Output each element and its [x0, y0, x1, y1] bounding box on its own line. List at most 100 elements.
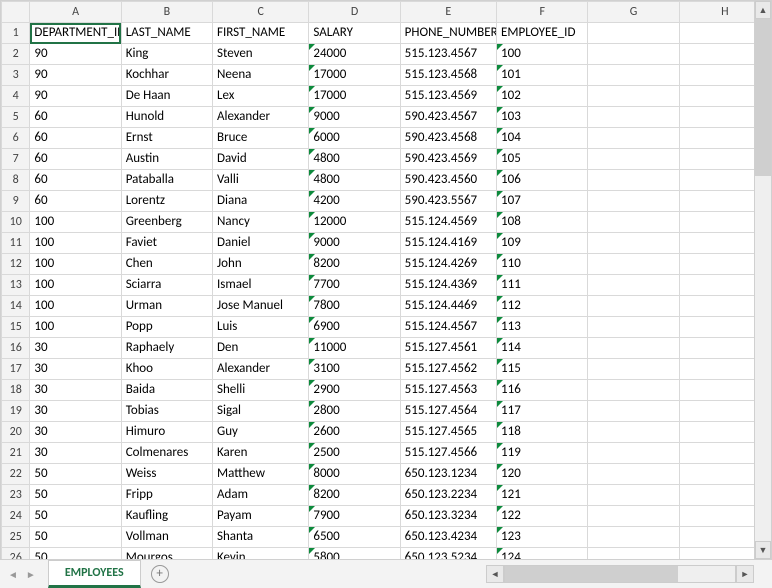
cell-G20[interactable]	[588, 422, 679, 443]
col-header-F[interactable]: F	[497, 2, 588, 23]
cell-F25[interactable]: 123	[497, 527, 588, 548]
cell-F2[interactable]: 100	[497, 44, 588, 65]
cell-E5[interactable]: 590.423.4567	[400, 107, 496, 128]
row-header[interactable]: 2	[2, 44, 30, 65]
cell-C9[interactable]: Diana	[213, 191, 309, 212]
cell-F3[interactable]: 101	[497, 65, 588, 86]
cell-G1[interactable]	[588, 23, 679, 44]
cell-C5[interactable]: Alexander	[213, 107, 309, 128]
cell-E9[interactable]: 590.423.5567	[400, 191, 496, 212]
cell-E18[interactable]: 515.127.4563	[400, 380, 496, 401]
cell-C21[interactable]: Karen	[213, 443, 309, 464]
cell-F7[interactable]: 105	[497, 149, 588, 170]
cell-D19[interactable]: 2800	[309, 401, 400, 422]
cell-A13[interactable]: 100	[30, 275, 121, 296]
cell-B7[interactable]: Austin	[121, 149, 212, 170]
cell-A23[interactable]: 50	[30, 485, 121, 506]
cell-G14[interactable]	[588, 296, 679, 317]
hscroll-thumb[interactable]	[505, 566, 678, 582]
cell-C13[interactable]: Ismael	[213, 275, 309, 296]
cell-E1[interactable]: PHONE_NUMBER	[400, 23, 496, 44]
cell-E2[interactable]: 515.123.4567	[400, 44, 496, 65]
cell-G21[interactable]	[588, 443, 679, 464]
cell-B24[interactable]: Kaufling	[121, 506, 212, 527]
cell-B22[interactable]: Weiss	[121, 464, 212, 485]
cell-E16[interactable]: 515.127.4561	[400, 338, 496, 359]
sheet-tab-active[interactable]: EMPLOYEES	[48, 560, 141, 588]
cell-C4[interactable]: Lex	[213, 86, 309, 107]
col-header-A[interactable]: A	[30, 2, 121, 23]
vscroll-thumb[interactable]	[755, 19, 771, 176]
cell-E25[interactable]: 650.123.4234	[400, 527, 496, 548]
cell-F18[interactable]: 116	[497, 380, 588, 401]
cell-A18[interactable]: 30	[30, 380, 121, 401]
cell-B6[interactable]: Ernst	[121, 128, 212, 149]
cell-C25[interactable]: Shanta	[213, 527, 309, 548]
cell-C11[interactable]: Daniel	[213, 233, 309, 254]
cell-F16[interactable]: 114	[497, 338, 588, 359]
cell-C14[interactable]: Jose Manuel	[213, 296, 309, 317]
cell-G3[interactable]	[588, 65, 679, 86]
cell-G18[interactable]	[588, 380, 679, 401]
cell-F12[interactable]: 110	[497, 254, 588, 275]
cell-D25[interactable]: 6500	[309, 527, 400, 548]
cell-A12[interactable]: 100	[30, 254, 121, 275]
cell-C10[interactable]: Nancy	[213, 212, 309, 233]
cell-F13[interactable]: 111	[497, 275, 588, 296]
cell-G9[interactable]	[588, 191, 679, 212]
cell-G13[interactable]	[588, 275, 679, 296]
cell-D9[interactable]: 4200	[309, 191, 400, 212]
cell-F4[interactable]: 102	[497, 86, 588, 107]
cell-D21[interactable]: 2500	[309, 443, 400, 464]
cell-C20[interactable]: Guy	[213, 422, 309, 443]
cell-F9[interactable]: 107	[497, 191, 588, 212]
cell-D18[interactable]: 2900	[309, 380, 400, 401]
cell-F19[interactable]: 117	[497, 401, 588, 422]
row-header[interactable]: 17	[2, 359, 30, 380]
col-header-E[interactable]: E	[400, 2, 496, 23]
cell-B2[interactable]: King	[121, 44, 212, 65]
horizontal-scrollbar[interactable]: ◄ ►	[486, 560, 772, 588]
cell-B14[interactable]: Urman	[121, 296, 212, 317]
cell-D20[interactable]: 2600	[309, 422, 400, 443]
scroll-left-button[interactable]: ◄	[486, 565, 504, 583]
col-header-B[interactable]: B	[121, 2, 212, 23]
cell-C23[interactable]: Adam	[213, 485, 309, 506]
cell-F23[interactable]: 121	[497, 485, 588, 506]
cell-D11[interactable]: 9000	[309, 233, 400, 254]
cell-E11[interactable]: 515.124.4169	[400, 233, 496, 254]
cell-B19[interactable]: Tobias	[121, 401, 212, 422]
cell-B17[interactable]: Khoo	[121, 359, 212, 380]
cell-A25[interactable]: 50	[30, 527, 121, 548]
cell-A24[interactable]: 50	[30, 506, 121, 527]
row-header[interactable]: 15	[2, 317, 30, 338]
cell-A21[interactable]: 30	[30, 443, 121, 464]
cell-D23[interactable]: 8200	[309, 485, 400, 506]
cell-E4[interactable]: 515.123.4569	[400, 86, 496, 107]
cell-D2[interactable]: 24000	[309, 44, 400, 65]
cell-B4[interactable]: De Haan	[121, 86, 212, 107]
row-header[interactable]: 4	[2, 86, 30, 107]
row-header[interactable]: 18	[2, 380, 30, 401]
cell-G17[interactable]	[588, 359, 679, 380]
cell-E24[interactable]: 650.123.3234	[400, 506, 496, 527]
cell-B9[interactable]: Lorentz	[121, 191, 212, 212]
cell-A19[interactable]: 30	[30, 401, 121, 422]
cell-E21[interactable]: 515.127.4566	[400, 443, 496, 464]
scroll-up-button[interactable]: ▲	[755, 1, 771, 19]
cell-A11[interactable]: 100	[30, 233, 121, 254]
row-header[interactable]: 5	[2, 107, 30, 128]
row-header[interactable]: 9	[2, 191, 30, 212]
cell-G19[interactable]	[588, 401, 679, 422]
cell-B3[interactable]: Kochhar	[121, 65, 212, 86]
cell-F24[interactable]: 122	[497, 506, 588, 527]
vertical-scrollbar[interactable]: ▲ ▼	[754, 1, 771, 559]
row-header[interactable]: 10	[2, 212, 30, 233]
cell-F15[interactable]: 113	[497, 317, 588, 338]
cell-E15[interactable]: 515.124.4567	[400, 317, 496, 338]
cell-G8[interactable]	[588, 170, 679, 191]
row-header[interactable]: 21	[2, 443, 30, 464]
cell-A10[interactable]: 100	[30, 212, 121, 233]
cell-A3[interactable]: 90	[30, 65, 121, 86]
cell-C16[interactable]: Den	[213, 338, 309, 359]
